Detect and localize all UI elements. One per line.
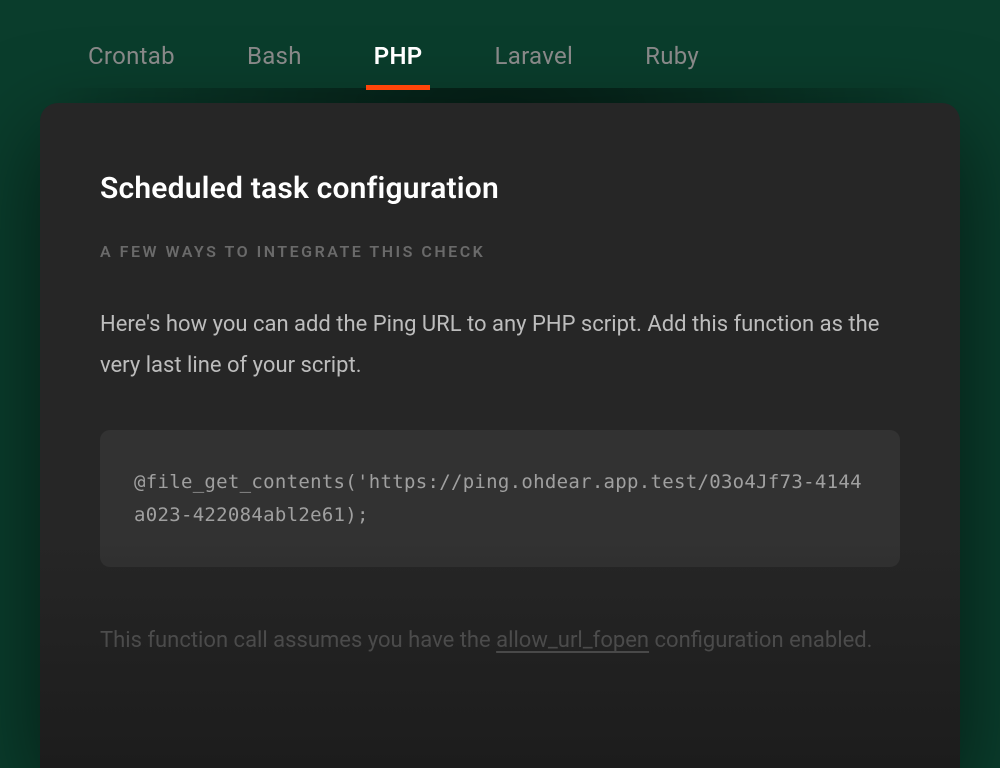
footer-post: configuration enabled. [649, 628, 872, 653]
panel-title: Scheduled task configuration [100, 171, 900, 206]
footer-pre: This function call assumes you have the [100, 628, 496, 653]
panel-body-text: Here's how you can add the Ping URL to a… [100, 305, 900, 386]
tab-crontab[interactable]: Crontab [88, 42, 175, 90]
tab-bash[interactable]: Bash [247, 42, 302, 90]
tab-laravel[interactable]: Laravel [494, 42, 573, 90]
language-tabs: Crontab Bash PHP Laravel Ruby [0, 0, 1000, 90]
panel-subtitle: A few ways to integrate this check [100, 242, 900, 261]
panel-footer-text: This function call assumes you have the … [100, 621, 900, 662]
tab-php[interactable]: PHP [374, 42, 423, 90]
tab-ruby[interactable]: Ruby [645, 42, 699, 90]
code-snippet[interactable]: @file_get_contents('https://ping.ohdear.… [100, 430, 900, 567]
config-panel: Scheduled task configuration A few ways … [40, 103, 960, 768]
allow-url-fopen-link[interactable]: allow_url_fopen [496, 628, 649, 653]
